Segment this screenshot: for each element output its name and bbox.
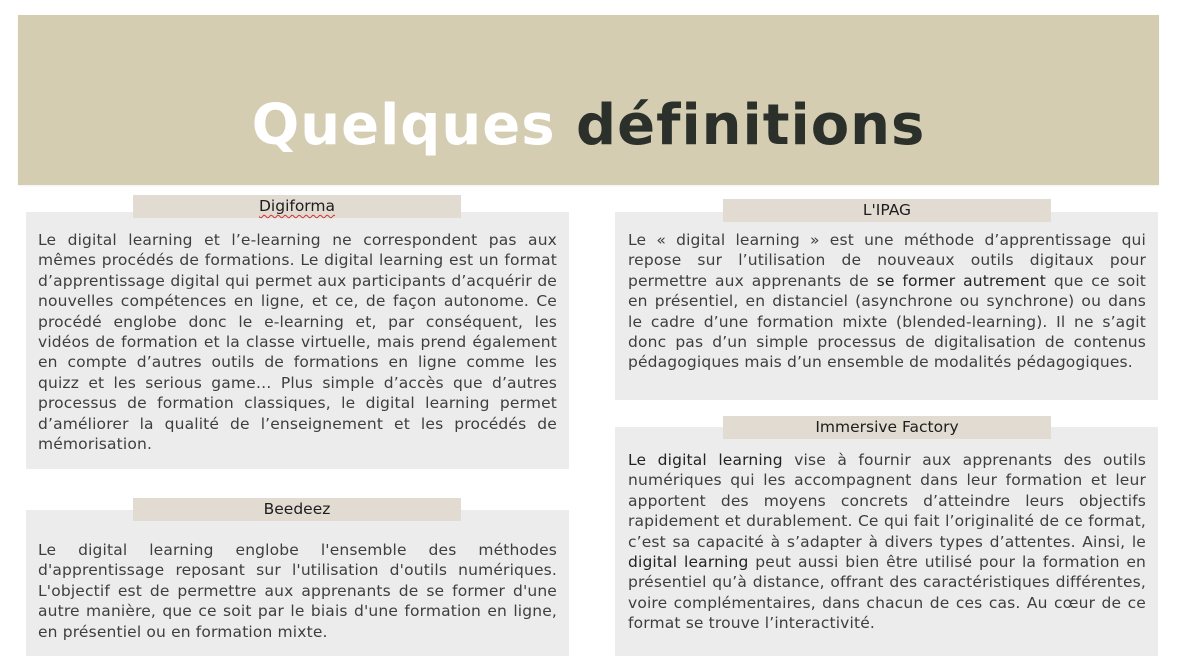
digiforma-label-text: Digiforma [258,197,336,215]
beedeez-text: Le digital learning englobe l'ensemble d… [38,541,557,641]
immersive-text-highlight-2: digital learning [628,553,749,572]
page-title: Quelques définitions [18,93,1159,159]
title-banner: Quelques définitions [18,15,1159,185]
immersive-text: Le digital learning vise à fournir aux a… [628,450,1146,634]
ipag-label: L'IPAG [723,199,1051,222]
immersive-text-highlight-1: Le digital learning [628,451,783,469]
beedeez-label: Beedeez [133,498,461,521]
title-word-light: Quelques [251,93,556,158]
digiforma-label: Digiforma [133,195,461,218]
immersive-label: Immersive Factory [723,416,1051,439]
ipag-text-highlight: se former autrement [876,271,1046,290]
title-word-dark: définitions [576,93,926,158]
digiforma-text: Le digital learning et l’e-learning ne c… [38,231,557,454]
ipag-text: Le « digital learning » est une méthode … [628,230,1146,373]
